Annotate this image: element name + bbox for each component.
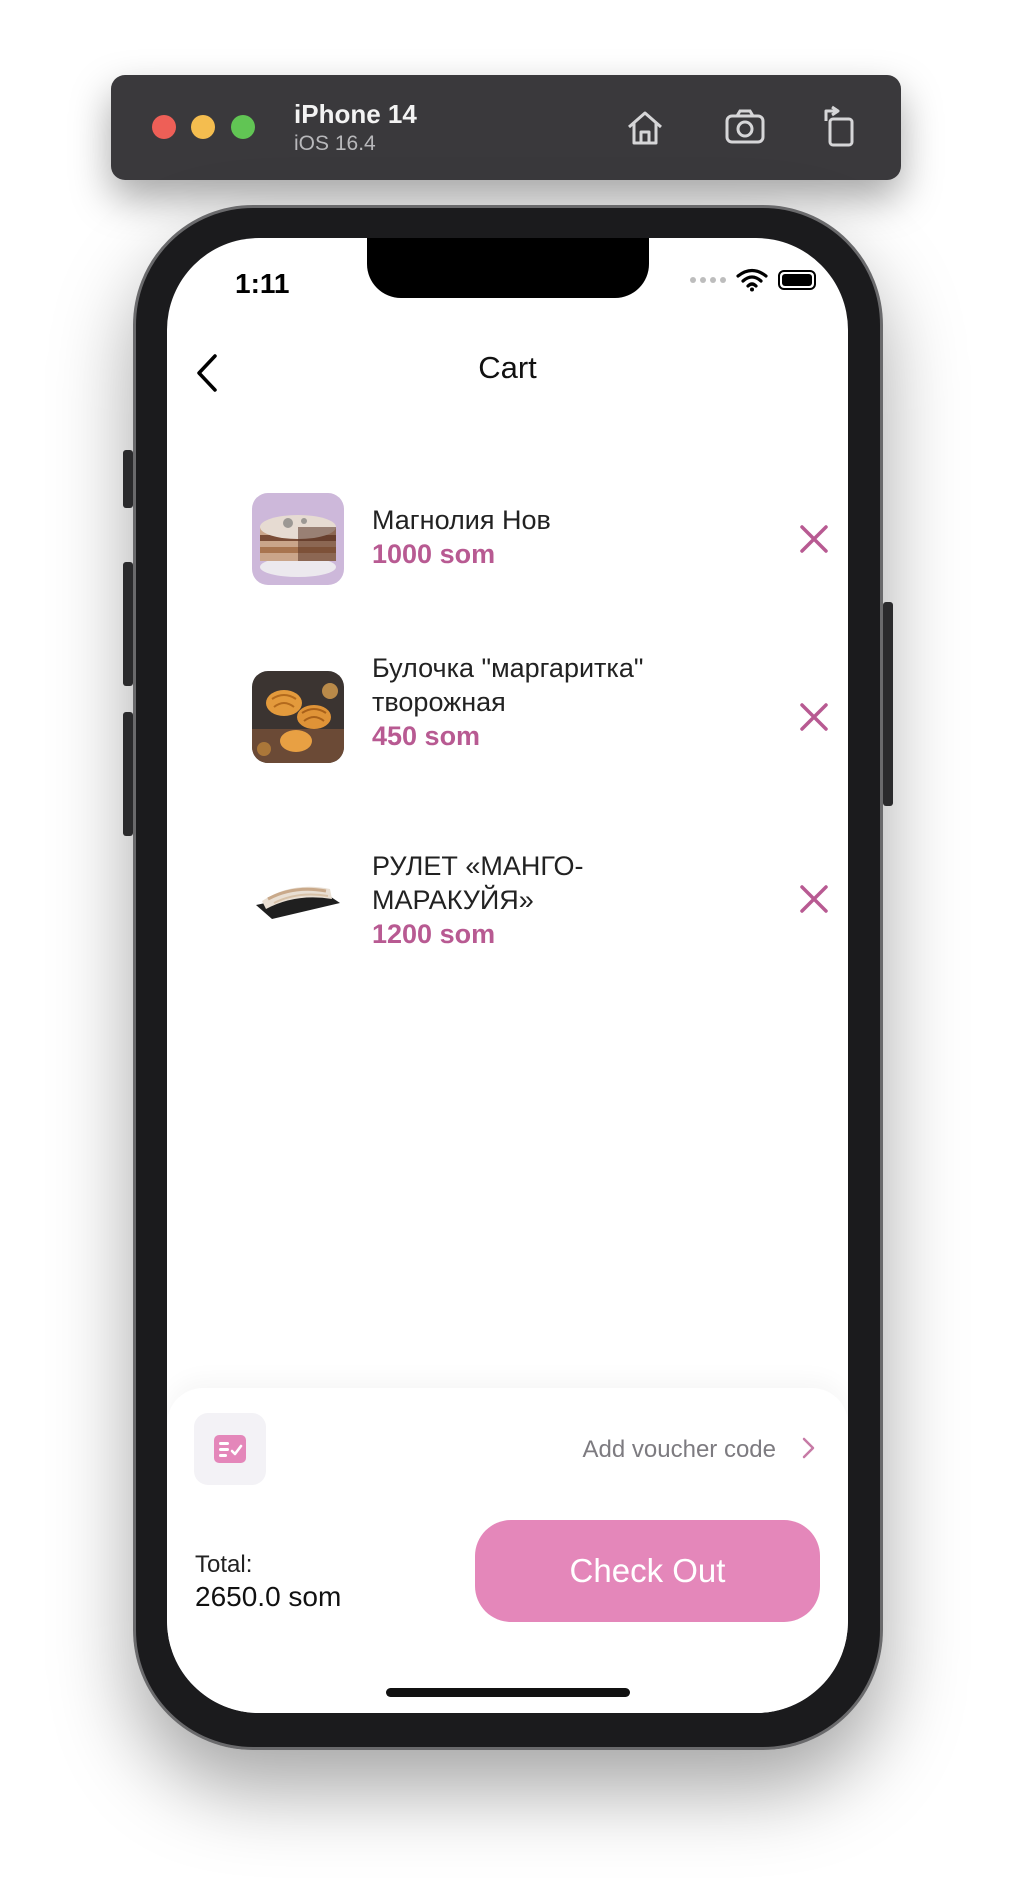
close-icon	[800, 525, 828, 553]
checkout-panel: Add voucher code Total: 2650.0 som Check…	[167, 1388, 848, 1713]
minimize-window-button[interactable]	[191, 115, 215, 139]
notch	[367, 238, 649, 298]
voucher-icon-button[interactable]	[194, 1413, 266, 1485]
remove-item-button[interactable]	[792, 877, 836, 921]
silent-switch	[123, 450, 133, 508]
home-indicator[interactable]	[386, 1688, 630, 1697]
product-image[interactable]	[252, 493, 344, 585]
app-screen: 1:11 Cart Магнолия Нов 1000 som Булочка …	[167, 238, 848, 1713]
checkout-button[interactable]: Check Out	[475, 1520, 820, 1622]
volume-down-button	[123, 712, 133, 836]
device-name: iPhone 14	[294, 99, 417, 129]
cellular-signal-icon	[690, 277, 726, 283]
item-details: РУЛЕТ «МАНГО-МАРАКУЙЯ» 1200 som	[372, 849, 672, 951]
item-price: 450 som	[372, 721, 481, 751]
battery-icon	[778, 270, 816, 290]
add-voucher-link[interactable]: Add voucher code	[583, 1436, 776, 1464]
remove-item-button[interactable]	[792, 517, 836, 561]
close-icon	[800, 703, 828, 731]
product-image[interactable]	[252, 853, 344, 945]
close-icon	[800, 885, 828, 913]
remove-item-button[interactable]	[792, 695, 836, 739]
rotate-icon[interactable]	[816, 103, 864, 151]
item-name: РУЛЕТ «МАНГО-МАРАКУЙЯ»	[372, 851, 584, 915]
simulator-toolbar: iPhone 14 iOS 16.4	[111, 75, 901, 180]
total-label: Total:	[195, 1551, 253, 1578]
item-details: Магнолия Нов 1000 som	[372, 503, 672, 571]
zoom-window-button[interactable]	[231, 115, 255, 139]
item-price: 1200 som	[372, 919, 496, 949]
wifi-icon	[736, 268, 768, 292]
item-details: Булочка "маргаритка" творожная 450 som	[372, 651, 672, 753]
product-image[interactable]	[252, 671, 344, 763]
item-price: 1000 som	[372, 539, 496, 569]
screenshot-icon[interactable]	[721, 103, 769, 151]
power-button	[883, 602, 893, 806]
page-title: Cart	[478, 350, 537, 385]
status-time: 1:11	[235, 268, 290, 299]
item-name: Магнолия Нов	[372, 505, 551, 535]
item-name: Булочка "маргаритка" творожная	[372, 653, 644, 717]
total-value: 2650.0 som	[195, 1581, 342, 1612]
volume-up-button	[123, 562, 133, 686]
home-icon[interactable]	[621, 103, 669, 151]
os-version: iOS 16.4	[294, 132, 376, 155]
chevron-right-icon[interactable]	[796, 1433, 820, 1463]
status-icons	[690, 268, 816, 292]
close-window-button[interactable]	[152, 115, 176, 139]
voucher-icon	[214, 1435, 246, 1463]
